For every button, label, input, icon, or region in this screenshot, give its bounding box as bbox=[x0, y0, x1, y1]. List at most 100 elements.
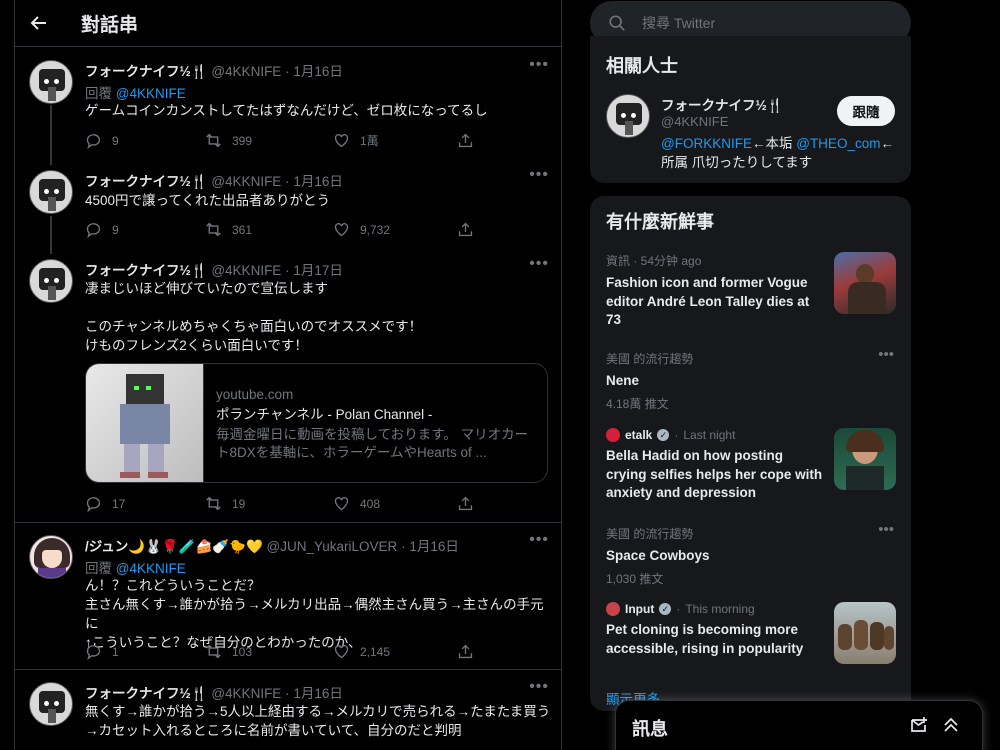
more-options-icon[interactable]: ••• bbox=[529, 531, 549, 549]
author-handle[interactable]: @JUN_YukariLOVER bbox=[267, 539, 398, 554]
more-options-icon[interactable]: ••• bbox=[878, 521, 894, 538]
reply-mention[interactable]: @4KKNIFE bbox=[116, 561, 186, 576]
more-options-icon[interactable]: ••• bbox=[529, 678, 549, 696]
fashion-photo bbox=[834, 252, 896, 314]
trend-headline: Pet cloning is becoming more accessible,… bbox=[606, 622, 804, 656]
messages-drawer[interactable]: 訊息 bbox=[615, 700, 983, 750]
tweet-date[interactable]: 1月16日 bbox=[293, 174, 343, 189]
like-button[interactable]: 408 bbox=[333, 495, 380, 512]
more-options-icon[interactable]: ••• bbox=[529, 56, 549, 74]
like-count: 9,732 bbox=[360, 222, 391, 237]
tweet-header: /ジュン🌙🐰🌹🧪🍰🍼🐤💛 @JUN_YukariLOVER · 1月16日 bbox=[85, 535, 459, 555]
reply-button[interactable]: 17 bbox=[85, 495, 125, 512]
avatar[interactable] bbox=[606, 94, 650, 138]
more-options-icon[interactable]: ••• bbox=[529, 255, 549, 273]
tweet-actions: 17 19 408 bbox=[85, 495, 485, 515]
author-handle[interactable]: @4KKNIFE bbox=[211, 64, 281, 79]
tweet-date[interactable]: 1月16日 bbox=[293, 64, 343, 79]
tweet-actions: 9 399 1萬 bbox=[85, 132, 485, 152]
avatar[interactable] bbox=[29, 170, 73, 214]
bio-mention[interactable]: @FORKKNIFE bbox=[661, 136, 752, 151]
trend-item[interactable]: 資訊 · 54分钟 ago Fashion icon and former Vo… bbox=[606, 252, 896, 330]
reply-count: 17 bbox=[112, 496, 126, 511]
verified-badge-icon: ✓ bbox=[657, 429, 670, 441]
author-name[interactable]: フォークナイフ½🍴 bbox=[85, 64, 208, 79]
bio-mention[interactable]: @THEO_com bbox=[796, 136, 880, 151]
retweet-button[interactable]: 103 bbox=[205, 643, 252, 660]
trend-headline: Nene bbox=[606, 373, 640, 388]
share-button[interactable] bbox=[457, 132, 474, 149]
trend-headline: Bella Hadid on how posting crying selfie… bbox=[606, 448, 823, 500]
author-handle[interactable]: @4KKNIFE bbox=[211, 686, 281, 701]
trend-item[interactable]: 美國 的流行趨勢 Space Cowboys 1,030 推文 ••• bbox=[606, 521, 896, 587]
whats-happening-panel: 有什麼新鮮事 資訊 · 54分钟 ago Fashion icon and fo… bbox=[590, 196, 911, 711]
reply-mention[interactable]: @4KKNIFE bbox=[116, 86, 186, 101]
messages-title: 訊息 bbox=[632, 719, 668, 739]
reply-button[interactable]: 9 bbox=[85, 221, 119, 238]
avatar[interactable] bbox=[29, 682, 73, 726]
share-button[interactable] bbox=[457, 221, 474, 238]
related-user-bio: @FORKKNIFE←本垢 @THEO_com←所属 爪切ったりしてます bbox=[661, 134, 901, 172]
author-name[interactable]: /ジュン🌙🐰🌹🧪🍰🍼🐤💛 bbox=[85, 539, 263, 554]
author-name[interactable]: フォークナイフ½🍴 bbox=[85, 174, 208, 189]
trend-count: 1,030 推文 bbox=[606, 571, 664, 586]
retweet-count: 361 bbox=[232, 222, 253, 237]
more-options-icon[interactable]: ••• bbox=[878, 346, 894, 363]
retweet-count: 103 bbox=[232, 644, 253, 659]
tweet-date[interactable]: 1月17日 bbox=[293, 263, 343, 278]
thread-line bbox=[50, 216, 52, 254]
author-name[interactable]: フォークナイフ½🍴 bbox=[85, 263, 208, 278]
new-message-button[interactable] bbox=[909, 715, 931, 737]
author-handle[interactable]: @4KKNIFE bbox=[211, 174, 281, 189]
more-options-icon[interactable]: ••• bbox=[529, 166, 549, 184]
reply-icon bbox=[86, 645, 101, 660]
search-input[interactable] bbox=[642, 15, 882, 31]
trend-meta: 美國 的流行趨勢 bbox=[606, 527, 694, 541]
dogs-photo bbox=[834, 602, 896, 664]
bella-photo bbox=[834, 428, 896, 490]
retweet-button[interactable]: 399 bbox=[205, 132, 252, 149]
like-button[interactable]: 2,145 bbox=[333, 643, 390, 660]
trend-time: This morning bbox=[685, 602, 755, 616]
tweet-actions: 1 103 2,145 bbox=[85, 643, 485, 663]
like-button[interactable]: 9,732 bbox=[333, 221, 390, 238]
retweet-icon bbox=[206, 496, 221, 511]
tweet-actions: 9 361 9,732 bbox=[85, 221, 485, 241]
card-title: ポランチャンネル - Polan Channel - bbox=[216, 407, 433, 422]
tweet-header: フォークナイフ½🍴 @4KKNIFE · 1月16日 bbox=[85, 60, 343, 80]
link-card[interactable]: youtube.com ポランチャンネル - Polan Channel - 毎… bbox=[85, 363, 548, 483]
conversation-column: 對話串 フォークナイフ½🍴 @4KKNIFE · 1月16日 ••• 回覆 @4… bbox=[14, 0, 562, 750]
reply-button[interactable]: 1 bbox=[85, 643, 119, 660]
retweet-icon bbox=[206, 222, 221, 237]
trend-item[interactable]: 美國 的流行趨勢 Nene 4.18萬 推文 ••• bbox=[606, 346, 896, 412]
share-icon bbox=[458, 222, 473, 237]
separator-dot: · bbox=[676, 602, 681, 616]
tweet-date[interactable]: 1月16日 bbox=[409, 539, 459, 554]
avatar[interactable] bbox=[29, 535, 73, 579]
card-thumbnail bbox=[86, 364, 204, 482]
retweet-button[interactable]: 19 bbox=[205, 495, 245, 512]
expand-drawer-button[interactable] bbox=[941, 715, 963, 737]
like-button[interactable]: 1萬 bbox=[333, 132, 379, 149]
avatar[interactable] bbox=[29, 60, 73, 104]
tweet-date[interactable]: 1月16日 bbox=[293, 686, 343, 701]
trend-item[interactable]: etalk ✓ · Last night Bella Hadid on how … bbox=[606, 428, 896, 503]
author-name[interactable]: フォークナイフ½🍴 bbox=[85, 686, 208, 701]
back-button[interactable] bbox=[15, 0, 63, 47]
reply-count: 9 bbox=[112, 133, 119, 148]
trend-item[interactable]: Input ✓ · This morning Pet cloning is be… bbox=[606, 602, 896, 664]
etalk-logo-icon bbox=[606, 428, 620, 442]
heart-icon bbox=[334, 223, 349, 237]
author-handle[interactable]: @4KKNIFE bbox=[211, 263, 281, 278]
follow-button[interactable]: 跟隨 bbox=[837, 96, 895, 126]
retweet-button[interactable]: 361 bbox=[205, 221, 252, 238]
related-user-name[interactable]: フォークナイフ½🍴 bbox=[661, 94, 784, 114]
retweet-count: 399 bbox=[232, 133, 253, 148]
tweet-header: フォークナイフ½🍴 @4KKNIFE · 1月16日 bbox=[85, 682, 343, 702]
avatar[interactable] bbox=[29, 259, 73, 303]
related-user-handle[interactable]: @4KKNIFE bbox=[661, 114, 728, 129]
share-button[interactable] bbox=[457, 495, 474, 512]
share-button[interactable] bbox=[457, 643, 474, 660]
reply-button[interactable]: 9 bbox=[85, 132, 119, 149]
trend-meta: 美國 的流行趨勢 bbox=[606, 352, 694, 366]
